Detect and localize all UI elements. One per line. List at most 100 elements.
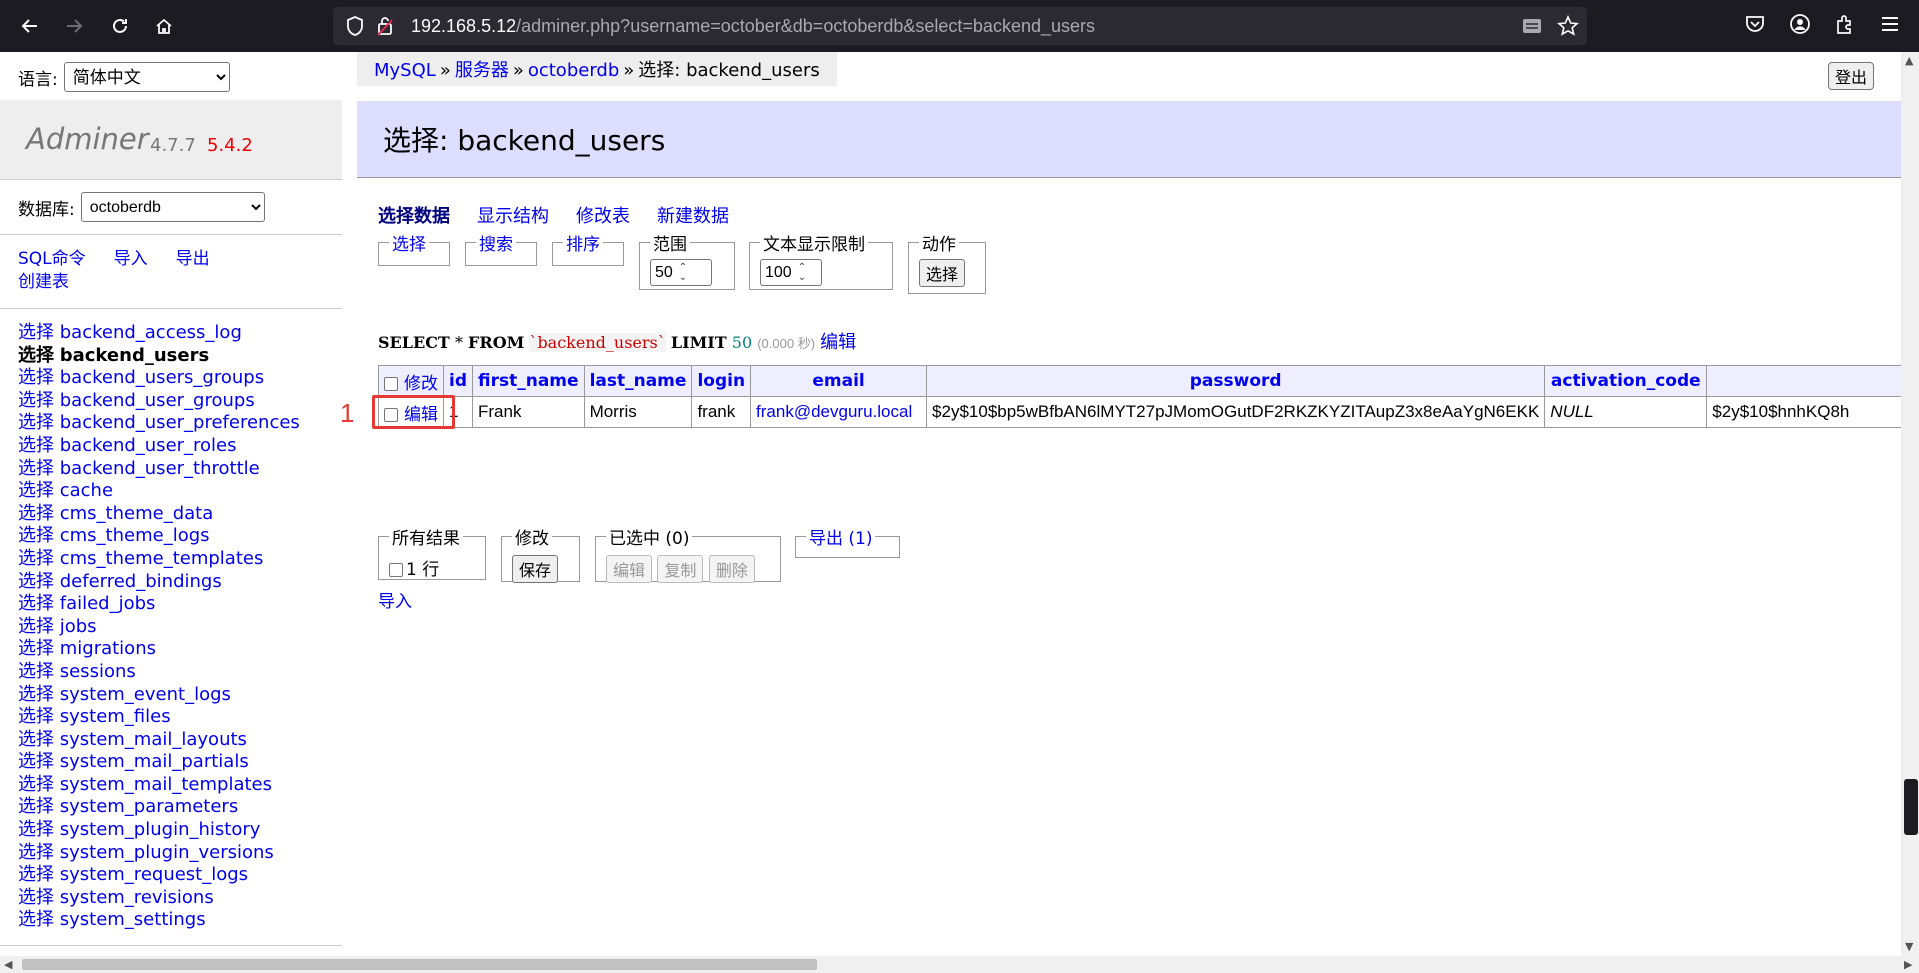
sidebar-item-backend-user-roles[interactable]: 选择 backend_user_roles <box>18 435 300 458</box>
sidebar-item-system-mail-partials[interactable]: 选择 system_mail_partials <box>18 751 300 774</box>
sidebar-item-system-event-logs[interactable]: 选择 system_event_logs <box>18 684 300 707</box>
sidebar-item-system-plugin-versions[interactable]: 选择 system_plugin_versions <box>18 842 300 865</box>
select-table-link[interactable]: 选择 <box>18 819 54 840</box>
limit-input[interactable]: 50 ⌃ ⌄ <box>650 259 712 286</box>
vertical-scroll-thumb[interactable] <box>1904 779 1918 835</box>
select-table-link[interactable]: 选择 <box>18 796 54 817</box>
select-table-link[interactable]: 选择 <box>18 593 54 614</box>
table-name-link[interactable]: system_parameters <box>60 796 238 817</box>
select-table-link[interactable]: 选择 <box>18 638 54 659</box>
table-name-link[interactable]: failed_jobs <box>60 593 156 614</box>
table-name-link[interactable]: backend_users <box>60 345 209 366</box>
select-table-link[interactable]: 选择 <box>18 751 54 772</box>
sidebar-item-backend-users[interactable]: 选择 backend_users <box>18 345 300 368</box>
sidebar-item-backend-user-throttle[interactable]: 选择 backend_user_throttle <box>18 458 300 481</box>
language-select[interactable]: 简体中文 <box>63 62 230 92</box>
select-table-link[interactable]: 选择 <box>18 322 54 343</box>
column-header[interactable]: email <box>750 365 928 397</box>
sql-command-link[interactable]: SQL命令 <box>18 249 86 269</box>
select-table-link[interactable]: 选择 <box>18 480 54 501</box>
tab-show-structure[interactable]: 显示结构 <box>477 206 549 227</box>
select-table-link[interactable]: 选择 <box>18 367 54 388</box>
column-header-link[interactable]: password <box>1190 371 1282 391</box>
sidebar-item-deferred-bindings[interactable]: 选择 deferred_bindings <box>18 571 300 594</box>
shield-icon[interactable] <box>345 15 365 41</box>
table-name-link[interactable]: sessions <box>60 661 136 682</box>
export-link[interactable]: 导出 <box>176 249 210 269</box>
sidebar-item-backend-user-groups[interactable]: 选择 backend_user_groups <box>18 390 300 413</box>
table-name-link[interactable]: cms_theme_data <box>60 503 214 524</box>
sidebar-item-sessions[interactable]: 选择 sessions <box>18 661 300 684</box>
breadcrumb-database[interactable]: octoberdb <box>528 60 619 81</box>
select-table-link[interactable]: 选择 <box>18 571 54 592</box>
select-table-link[interactable]: 选择 <box>18 661 54 682</box>
cell-login[interactable]: frank <box>691 396 752 428</box>
column-header-link[interactable]: last_name <box>590 371 687 391</box>
select-table-link[interactable]: 选择 <box>18 435 54 456</box>
sidebar-item-system-plugin-history[interactable]: 选择 system_plugin_history <box>18 819 300 842</box>
select-table-link[interactable]: 选择 <box>18 684 54 705</box>
column-header-link[interactable]: login <box>697 371 745 391</box>
column-header[interactable]: first_name <box>472 365 585 397</box>
sidebar-item-migrations[interactable]: 选择 migrations <box>18 638 300 661</box>
sort-link[interactable]: 排序 <box>566 235 600 255</box>
insecure-lock-icon[interactable] <box>375 15 395 41</box>
cell-first-name[interactable]: Frank <box>472 396 585 428</box>
back-icon[interactable] <box>14 10 46 42</box>
brand-name-link[interactable]: Adminer <box>26 122 149 156</box>
column-header[interactable]: activation_code <box>1544 365 1708 397</box>
bookmark-star-icon[interactable] <box>1557 15 1579 41</box>
sidebar-item-failed-jobs[interactable]: 选择 failed_jobs <box>18 593 300 616</box>
spinner-arrows-icon[interactable]: ⌃ ⌄ <box>679 262 687 283</box>
database-select[interactable]: octoberdb <box>80 192 265 222</box>
table-name-link[interactable]: system_mail_templates <box>60 774 272 795</box>
cell-activation-code[interactable]: NULL <box>1544 396 1708 428</box>
column-header-link[interactable]: id <box>449 371 467 391</box>
spinner-arrows-icon[interactable]: ⌃ ⌄ <box>798 262 806 283</box>
select-table-link[interactable]: 选择 <box>18 842 54 863</box>
table-name-link[interactable]: system_event_logs <box>60 684 231 705</box>
select-table-link[interactable]: 选择 <box>18 390 54 411</box>
pocket-icon[interactable] <box>1744 13 1766 39</box>
sidebar-item-system-revisions[interactable]: 选择 system_revisions <box>18 887 300 910</box>
sidebar-item-cms-theme-logs[interactable]: 选择 cms_theme_logs <box>18 525 300 548</box>
text-length-input[interactable]: 100 ⌃ ⌄ <box>760 259 822 286</box>
table-name-link[interactable]: migrations <box>60 638 156 659</box>
table-name-link[interactable]: backend_user_roles <box>60 435 237 456</box>
table-name-link[interactable]: backend_user_groups <box>60 390 255 411</box>
table-name-link[interactable]: system_files <box>60 706 171 727</box>
cell-email[interactable]: frank@devguru.local <box>750 396 928 428</box>
sidebar-item-cms-theme-templates[interactable]: 选择 cms_theme_templates <box>18 548 300 571</box>
breadcrumb-server[interactable]: 服务器 <box>455 60 509 81</box>
select-table-link[interactable]: 选择 <box>18 887 54 908</box>
table-name-link[interactable]: backend_users_groups <box>60 367 264 388</box>
home-icon[interactable] <box>148 10 180 42</box>
column-header[interactable]: password <box>926 365 1546 397</box>
sidebar-item-system-files[interactable]: 选择 system_files <box>18 706 300 729</box>
account-icon[interactable] <box>1789 13 1811 39</box>
table-name-link[interactable]: cms_theme_templates <box>60 548 264 569</box>
column-header-link[interactable]: email <box>812 371 864 391</box>
extensions-icon[interactable] <box>1834 13 1856 39</box>
table-name-link[interactable]: backend_access_log <box>60 322 242 343</box>
table-name-link[interactable]: jobs <box>60 616 97 637</box>
address-bar[interactable]: 192.168.5.12/adminer.php?username=octobe… <box>333 7 1587 45</box>
table-name-link[interactable]: system_settings <box>60 909 206 930</box>
breadcrumb-mysql[interactable]: MySQL <box>374 60 436 81</box>
tab-alter-table[interactable]: 修改表 <box>576 206 630 227</box>
cell-last-name[interactable]: Morris <box>583 396 693 428</box>
sidebar-item-backend-user-preferences[interactable]: 选择 backend_user_preferences <box>18 412 300 435</box>
select-table-link[interactable]: 选择 <box>18 345 54 366</box>
select-columns-link[interactable]: 选择 <box>392 235 426 255</box>
column-header[interactable]: last_name <box>583 365 693 397</box>
vertical-scrollbar[interactable]: ▲ ▼ <box>1901 52 1919 956</box>
column-header[interactable]: login <box>691 365 752 397</box>
table-name-link[interactable]: system_mail_layouts <box>60 729 247 750</box>
select-table-link[interactable]: 选择 <box>18 548 54 569</box>
select-table-link[interactable]: 选择 <box>18 503 54 524</box>
clone-selected-button[interactable]: 复制 <box>657 555 704 583</box>
column-header-link[interactable]: first_name <box>478 371 579 391</box>
sidebar-item-cms-theme-data[interactable]: 选择 cms_theme_data <box>18 503 300 526</box>
reload-icon[interactable] <box>104 10 136 42</box>
table-name-link[interactable]: system_plugin_versions <box>60 842 274 863</box>
